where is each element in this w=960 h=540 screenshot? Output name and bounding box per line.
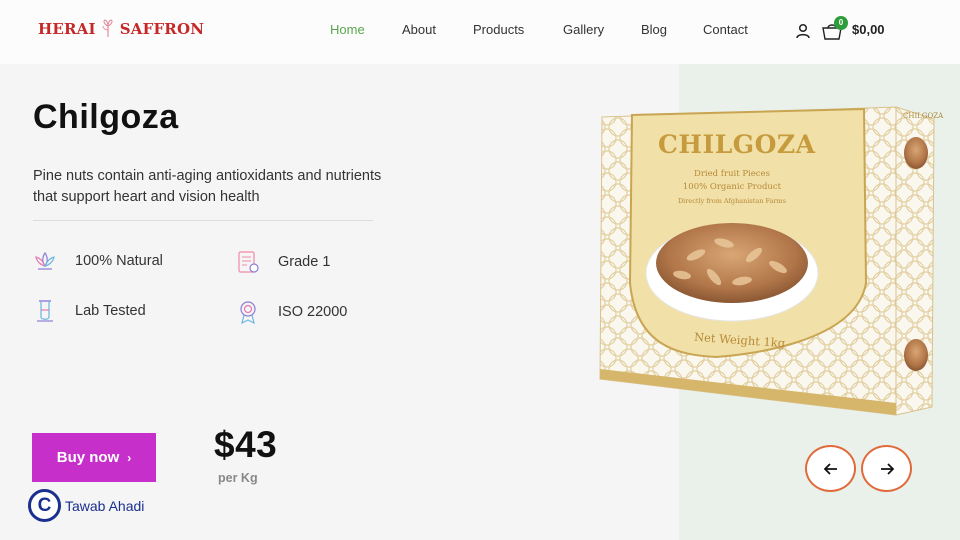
box-title: CHILGOZA bbox=[658, 130, 816, 159]
copyright-name: Tawab Ahadi bbox=[65, 497, 145, 514]
carousel-prev-button[interactable] bbox=[805, 445, 856, 492]
lotus-icon bbox=[35, 251, 55, 270]
arrow-left-icon bbox=[823, 462, 837, 475]
feature-natural: 100% Natural bbox=[33, 249, 163, 273]
nav-item-gallery[interactable]: Gallery bbox=[563, 22, 604, 37]
feature-label: ISO 22000 bbox=[278, 304, 348, 320]
award-badge-icon bbox=[240, 301, 256, 324]
feature-iso: ISO 22000 bbox=[236, 300, 347, 324]
logo-text-herai: HERAI bbox=[38, 20, 96, 38]
test-tube-icon bbox=[37, 300, 53, 322]
box-line-1: Dried fruit Pieces bbox=[694, 169, 770, 179]
nav-item-products[interactable]: Products bbox=[473, 22, 524, 37]
cart-total[interactable]: $0,00 bbox=[852, 22, 885, 37]
site-header: HERAI SAFFRON Home About Products Galler… bbox=[0, 0, 960, 64]
nav-item-contact[interactable]: Contact bbox=[703, 22, 748, 37]
feature-grade: Grade 1 bbox=[236, 250, 330, 274]
nav-item-about[interactable]: About bbox=[402, 22, 436, 37]
feature-label: 100% Natural bbox=[75, 253, 163, 269]
feature-label: Grade 1 bbox=[278, 254, 331, 270]
copyright-watermark: C Tawab Ahadi bbox=[28, 489, 144, 522]
feature-lab-tested: Lab Tested bbox=[33, 299, 146, 323]
nav-item-blog[interactable]: Blog bbox=[641, 22, 667, 37]
carousel-next-button[interactable] bbox=[861, 445, 912, 492]
cart-count-badge: 0 bbox=[834, 16, 848, 30]
arrow-right-icon bbox=[880, 462, 894, 475]
box-side-label: CHILGOZA bbox=[903, 112, 944, 120]
divider bbox=[33, 220, 373, 221]
buy-now-label: Buy now bbox=[56, 449, 120, 466]
box-line-3: Directly from Afghanistan Farms bbox=[677, 197, 787, 205]
logo-text-saffron: SAFFRON bbox=[119, 20, 205, 38]
nav-item-home[interactable]: Home bbox=[330, 22, 365, 37]
brand-logo[interactable]: HERAI SAFFRON bbox=[38, 19, 204, 39]
product-description: Pine nuts contain anti-aging antioxidant… bbox=[33, 168, 382, 205]
feature-label: Lab Tested bbox=[75, 303, 146, 319]
product-title: Chilgoza bbox=[33, 98, 179, 136]
saffron-flower-icon bbox=[102, 19, 113, 37]
product-price: $43 bbox=[214, 424, 278, 465]
chevron-right-icon: › bbox=[127, 450, 132, 465]
copyright-icon: C bbox=[28, 489, 61, 522]
price-unit: per Kg bbox=[218, 471, 258, 485]
certificate-icon bbox=[238, 251, 259, 273]
box-line-2: 100% Organic Product bbox=[682, 182, 782, 192]
buy-now-button[interactable]: Buy now › bbox=[32, 433, 156, 482]
user-icon[interactable] bbox=[795, 23, 811, 39]
